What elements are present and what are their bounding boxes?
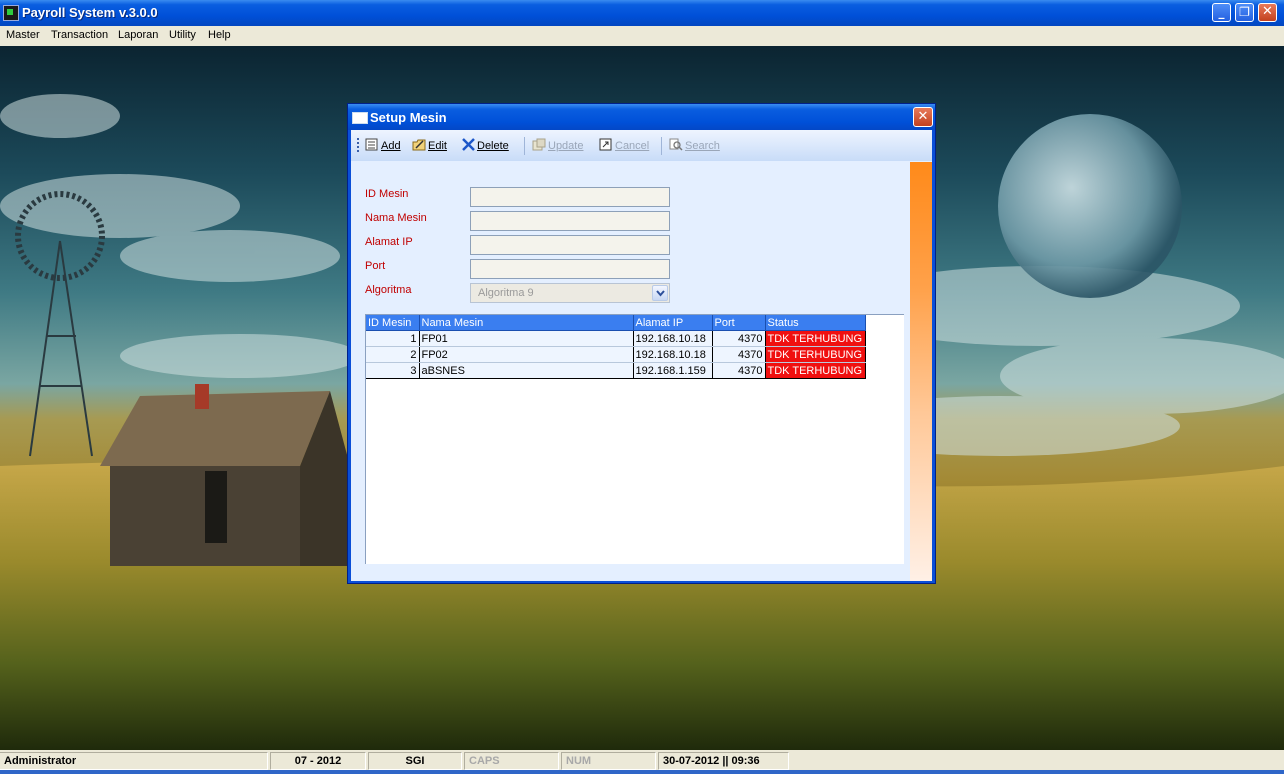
column-header-alamat-ip[interactable]: Alamat IP [633, 315, 713, 331]
nama-mesin-label: Nama Mesin [365, 212, 427, 224]
side-accent-bar [910, 162, 932, 581]
search-button[interactable]: Search [669, 138, 720, 154]
table-row[interactable]: 1 FP01 192.168.10.18 4370 TDK TERHUBUNG [366, 330, 866, 347]
farmhouse [100, 384, 350, 566]
maximize-button[interactable]: ❐ [1235, 3, 1254, 22]
menu-master[interactable]: Master [6, 29, 40, 41]
window-icon [352, 112, 368, 124]
status-period: 07 - 2012 [270, 752, 366, 770]
status-num: NUM [561, 752, 656, 770]
status-user: Administrator [0, 752, 268, 770]
close-button[interactable]: ✕ [1258, 3, 1277, 22]
cell-id[interactable]: 3 [366, 362, 420, 379]
menu-help[interactable]: Help [208, 29, 231, 41]
toolbar-grip[interactable] [357, 138, 359, 152]
mesin-table: ID Mesin Nama Mesin Alamat IP Port Statu… [366, 315, 866, 379]
column-header-nama-mesin[interactable]: Nama Mesin [419, 315, 634, 331]
algoritma-select[interactable]: Algoritma 9 [470, 283, 670, 303]
nama-mesin-input[interactable] [470, 211, 670, 231]
chevron-down-icon [656, 290, 665, 297]
dialog-close-button[interactable]: ✕ [913, 107, 933, 127]
cell-id[interactable]: 2 [366, 346, 420, 363]
search-label: Search [685, 140, 720, 152]
add-button[interactable]: Add [365, 138, 401, 154]
cell-nama[interactable]: FP02 [419, 346, 634, 363]
delete-x-icon [462, 138, 475, 151]
setup-mesin-dialog: Setup Mesin ✕ Add Edit Delete Update Can… [347, 103, 936, 584]
id-mesin-label: ID Mesin [365, 188, 409, 200]
column-header-port[interactable]: Port [712, 315, 766, 331]
cell-status[interactable]: TDK TERHUBUNG [765, 362, 866, 379]
menu-utility[interactable]: Utility [169, 29, 196, 41]
edit-folder-icon [412, 139, 426, 151]
menu-bar: Master Transaction Laporan Utility Help [0, 26, 1284, 46]
edit-label: Edit [428, 140, 447, 152]
table-row[interactable]: 3 aBSNES 192.168.1.159 4370 TDK TERHUBUN… [366, 362, 866, 379]
cell-port[interactable]: 4370 [712, 346, 766, 363]
toolbar: Add Edit Delete Update Cancel Search [351, 130, 932, 161]
status-datetime: 30-07-2012 || 09:36 [658, 752, 789, 770]
cancel-icon [599, 138, 612, 151]
column-header-id-mesin[interactable]: ID Mesin [366, 315, 420, 331]
status-company: SGI [368, 752, 462, 770]
dialog-body: Add Edit Delete Update Cancel Search ID … [351, 130, 932, 581]
app-title: Payroll System v.3.0.0 [22, 5, 158, 20]
taskbar-strip [0, 770, 1284, 774]
menu-transaction[interactable]: Transaction [51, 29, 108, 41]
search-icon [669, 138, 683, 151]
alamat-ip-input[interactable] [470, 235, 670, 255]
cell-status[interactable]: TDK TERHUBUNG [765, 346, 866, 363]
update-label: Update [548, 140, 584, 152]
algoritma-selected-value: Algoritma 9 [478, 287, 534, 299]
cell-ip[interactable]: 192.168.10.18 [633, 330, 713, 347]
delete-button[interactable]: Delete [461, 138, 509, 154]
cell-ip[interactable]: 192.168.1.159 [633, 362, 713, 379]
table-header-row: ID Mesin Nama Mesin Alamat IP Port Statu… [366, 315, 866, 331]
add-record-icon [365, 138, 378, 151]
app-title-bar[interactable]: Payroll System v.3.0.0 _ ❐ ✕ [0, 0, 1284, 26]
cell-ip[interactable]: 192.168.10.18 [633, 346, 713, 363]
cancel-button[interactable]: Cancel [599, 138, 649, 154]
dialog-title: Setup Mesin [370, 110, 447, 125]
table-row[interactable]: 2 FP02 192.168.10.18 4370 TDK TERHUBUNG [366, 346, 866, 363]
add-label: Add [381, 140, 401, 152]
delete-label: Delete [477, 140, 509, 152]
algoritma-label: Algoritma [365, 284, 412, 296]
dropdown-button[interactable] [652, 285, 668, 301]
cancel-label: Cancel [615, 140, 650, 152]
dialog-title-bar[interactable]: Setup Mesin ✕ [348, 104, 935, 130]
cell-port[interactable]: 4370 [712, 362, 766, 379]
menu-laporan[interactable]: Laporan [118, 29, 158, 41]
cell-status[interactable]: TDK TERHUBUNG [765, 330, 866, 347]
mesin-grid: ID Mesin Nama Mesin Alamat IP Port Statu… [365, 314, 904, 564]
port-input[interactable] [470, 259, 670, 279]
status-caps: CAPS [464, 752, 559, 770]
cell-nama[interactable]: FP01 [419, 330, 634, 347]
cell-nama[interactable]: aBSNES [419, 362, 634, 379]
edit-button[interactable]: Edit [412, 138, 447, 154]
column-header-status[interactable]: Status [765, 315, 866, 331]
app-icon [3, 5, 19, 21]
id-mesin-input[interactable] [470, 187, 670, 207]
alamat-ip-label: Alamat IP [365, 236, 413, 248]
update-button[interactable]: Update [532, 138, 583, 154]
cell-port[interactable]: 4370 [712, 330, 766, 347]
minimize-button[interactable]: _ [1212, 3, 1231, 22]
cell-id[interactable]: 1 [366, 330, 420, 347]
port-label: Port [365, 260, 386, 272]
toolbar-separator [661, 137, 662, 155]
toolbar-separator [524, 137, 525, 155]
update-save-icon [532, 138, 546, 151]
